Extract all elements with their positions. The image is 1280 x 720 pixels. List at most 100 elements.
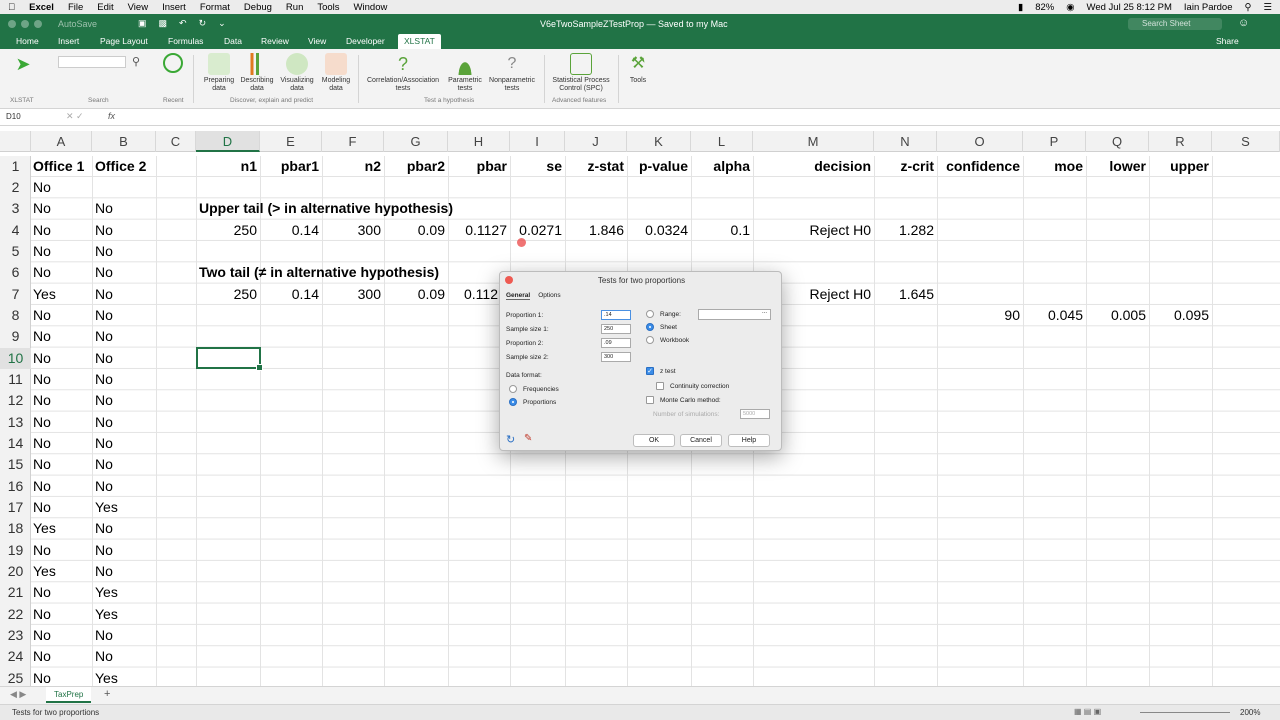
frequencies-label[interactable]: Frequencies: [523, 386, 559, 393]
sheet-nav-icons[interactable]: ◀ ▶: [10, 689, 26, 700]
describing-data-button[interactable]: Describing data: [238, 53, 276, 93]
cell-g4[interactable]: 0.09: [384, 220, 445, 241]
continuity-label[interactable]: Continuity correction: [670, 383, 729, 390]
column-header-s[interactable]: S: [1212, 131, 1280, 152]
cell-o1[interactable]: confidence: [937, 156, 1020, 177]
column-header-p[interactable]: P: [1023, 131, 1086, 152]
row-header-20[interactable]: 20: [0, 561, 31, 582]
cell-b3[interactable]: No: [95, 198, 113, 219]
cell-a1[interactable]: Office 1: [33, 156, 84, 177]
dialog-tab-general[interactable]: General: [506, 292, 531, 300]
cell-l1[interactable]: alpha: [691, 156, 750, 177]
parametric-tests-button[interactable]: Parametric tests: [446, 53, 484, 93]
proportions-label[interactable]: Proportions: [523, 399, 556, 406]
row-header-14[interactable]: 14: [0, 433, 31, 454]
row-header-12[interactable]: 12: [0, 390, 31, 411]
cell-b10[interactable]: No: [95, 348, 113, 369]
recent-button[interactable]: [160, 53, 186, 75]
menu-edit[interactable]: Edit: [97, 2, 113, 13]
home-icon[interactable]: ▣: [138, 18, 147, 29]
column-header-k[interactable]: K: [627, 131, 691, 152]
cell-b15[interactable]: No: [95, 454, 113, 475]
cell-a13[interactable]: No: [33, 412, 51, 433]
cell-b17[interactable]: Yes: [95, 497, 118, 518]
ztest-label[interactable]: z test: [660, 368, 676, 375]
cell-b7[interactable]: No: [95, 284, 113, 305]
cell-e7[interactable]: 0.14: [260, 284, 319, 305]
cell-j1[interactable]: z-stat: [565, 156, 624, 177]
fx-icon[interactable]: fx: [108, 111, 115, 121]
proportion2-input[interactable]: .09: [601, 338, 631, 348]
save-icon[interactable]: ▩: [159, 18, 168, 29]
row-header-10[interactable]: 10: [0, 348, 31, 369]
row-header-19[interactable]: 19: [0, 540, 31, 561]
cell-a4[interactable]: No: [33, 220, 51, 241]
cell-a16[interactable]: No: [33, 476, 51, 497]
row-header-8[interactable]: 8: [0, 305, 31, 326]
column-header-l[interactable]: L: [691, 131, 753, 152]
user-icon[interactable]: ☺: [1238, 17, 1249, 29]
spotlight-icon[interactable]: ⚲: [1245, 2, 1252, 13]
cell-a6[interactable]: No: [33, 262, 51, 283]
cell-b12[interactable]: No: [95, 390, 113, 411]
workbook-label[interactable]: Workbook: [660, 337, 689, 344]
column-header-n[interactable]: N: [874, 131, 937, 152]
cell-a23[interactable]: No: [33, 625, 51, 646]
row-header-13[interactable]: 13: [0, 412, 31, 433]
cell-b13[interactable]: No: [95, 412, 113, 433]
row-header-4[interactable]: 4: [0, 220, 31, 241]
sheet-tab-taxprep[interactable]: TaxPrep: [46, 687, 92, 703]
zoom-slider[interactable]: [1140, 712, 1230, 713]
cell-m4[interactable]: Reject H0: [753, 220, 871, 241]
row-header-5[interactable]: 5: [0, 241, 31, 262]
help-button[interactable]: Help: [728, 434, 770, 447]
preparing-data-button[interactable]: Preparing data: [200, 53, 238, 93]
cell-p1[interactable]: moe: [1023, 156, 1083, 177]
cell-a12[interactable]: No: [33, 390, 51, 411]
search-icon[interactable]: ⚲: [132, 55, 140, 68]
cell-b8[interactable]: No: [95, 305, 113, 326]
cell-a14[interactable]: No: [33, 433, 51, 454]
cell-b1[interactable]: Office 2: [95, 156, 146, 177]
cell-h1[interactable]: pbar: [448, 156, 507, 177]
user-name[interactable]: Iain Pardoe: [1184, 2, 1233, 13]
cell-b20[interactable]: No: [95, 561, 113, 582]
row-header-23[interactable]: 23: [0, 625, 31, 646]
menu-file[interactable]: File: [68, 2, 83, 13]
cell-b24[interactable]: No: [95, 646, 113, 667]
row-header-22[interactable]: 22: [0, 604, 31, 625]
cell-a18[interactable]: Yes: [33, 518, 56, 539]
close-window-button[interactable]: [8, 20, 16, 28]
menu-run[interactable]: Run: [286, 2, 303, 13]
cell-a8[interactable]: No: [33, 305, 51, 326]
column-header-c[interactable]: C: [156, 131, 196, 152]
active-cell-d10[interactable]: [196, 347, 263, 371]
sample2-input[interactable]: 300: [601, 352, 631, 362]
column-header-i[interactable]: I: [510, 131, 565, 152]
visualizing-data-button[interactable]: Visualizing data: [277, 53, 317, 93]
cell-q1[interactable]: lower: [1086, 156, 1146, 177]
cell-b22[interactable]: Yes: [95, 604, 118, 625]
two-tail-heading[interactable]: Two tail (≠ in alternative hypothesis): [199, 262, 439, 283]
column-header-f[interactable]: F: [322, 131, 384, 152]
menu-debug[interactable]: Debug: [244, 2, 272, 13]
cell-b21[interactable]: Yes: [95, 582, 118, 603]
continuity-checkbox[interactable]: [656, 382, 664, 390]
ok-button[interactable]: OK: [633, 434, 675, 447]
cell-a9[interactable]: No: [33, 326, 51, 347]
cell-n1[interactable]: z-crit: [874, 156, 934, 177]
tab-view[interactable]: View: [308, 36, 326, 46]
cell-e4[interactable]: 0.14: [260, 220, 319, 241]
cell-b14[interactable]: No: [95, 433, 113, 454]
dialog-tab-options[interactable]: Options: [538, 292, 560, 300]
row-header-6[interactable]: 6: [0, 262, 31, 283]
tab-insert[interactable]: Insert: [58, 36, 79, 46]
row-header-24[interactable]: 24: [0, 646, 31, 667]
select-all-corner[interactable]: [0, 131, 31, 152]
tab-page-layout[interactable]: Page Layout: [100, 36, 148, 46]
cell-j4[interactable]: 1.846: [565, 220, 624, 241]
column-header-o[interactable]: O: [937, 131, 1023, 152]
cell-a20[interactable]: Yes: [33, 561, 56, 582]
row-header-16[interactable]: 16: [0, 476, 31, 497]
montecarlo-checkbox[interactable]: [646, 396, 654, 404]
